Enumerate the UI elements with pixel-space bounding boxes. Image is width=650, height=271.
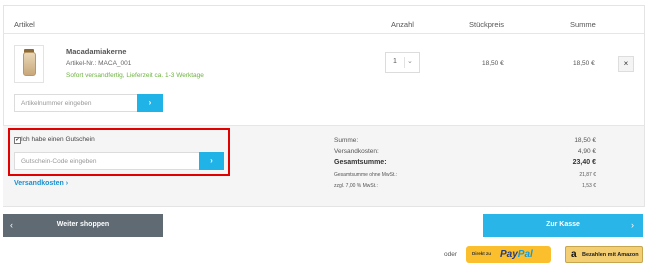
close-icon: × [623, 59, 629, 68]
voucher-code-input[interactable]: Gutschein-Code eingeben [14, 152, 200, 170]
quantity-separator [404, 57, 405, 68]
checkmark-icon: ✔ [15, 137, 20, 143]
or-label: oder [444, 251, 458, 258]
column-header-anzahl: Anzahl [391, 20, 414, 29]
amazon-logo-icon: a [571, 249, 577, 260]
column-header-artikel: Artikel [14, 20, 35, 29]
continue-shopping-label: Weiter shoppen [56, 221, 110, 228]
header-divider [3, 33, 644, 34]
checkout-label: Zur Kasse [546, 221, 580, 228]
add-article-button[interactable]: › [137, 94, 163, 112]
product-image[interactable] [14, 45, 44, 83]
arrow-right-icon: › [210, 156, 213, 165]
paypal-logo: PayPal [500, 249, 533, 260]
jar-shape [23, 52, 36, 76]
article-number-placeholder: Artikelnummer eingeben [21, 100, 92, 107]
product-name[interactable]: Macadamiakerne [66, 47, 126, 56]
totals-value-gesamtsumme: 23,40 € [572, 159, 596, 166]
article-number-input[interactable]: Artikelnummer eingeben [14, 94, 138, 112]
totals-value-ohne-mwst: 21,87 € [579, 172, 596, 178]
paypal-prefix: Direkt zu [472, 251, 492, 256]
apply-voucher-button[interactable]: › [199, 152, 224, 170]
line-total: 18,50 € [573, 60, 595, 67]
product-availability: Sofort versandfertig, Lieferzeit ca. 1-3… [66, 72, 204, 79]
totals-label-ohne-mwst: Gesamtsumme ohne MwSt.: [334, 172, 398, 178]
voucher-checkbox-label[interactable]: Ich habe einen Gutschein [21, 136, 95, 143]
chevron-down-icon: ⌄ [407, 58, 413, 65]
shipping-costs-link[interactable]: Versandkosten › [14, 180, 68, 187]
totals-label-summe: Summe: [334, 137, 359, 144]
unit-price: 18,50 € [482, 60, 504, 67]
amazon-pay-button[interactable]: a Bezahlen mit Amazon [565, 246, 643, 263]
remove-item-button[interactable]: × [618, 56, 634, 72]
chevron-right-icon: › [631, 220, 634, 230]
continue-shopping-button[interactable]: ‹ Weiter shoppen [3, 214, 163, 237]
totals-label-gesamtsumme: Gesamtsumme: [334, 159, 387, 166]
paypal-button[interactable]: Direkt zu PayPal [466, 246, 551, 263]
column-header-stueckpreis: Stückpreis [469, 20, 505, 29]
voucher-checkbox[interactable]: ✔ [14, 137, 21, 144]
totals-value-summe: 18,50 € [574, 137, 596, 144]
paypal-logo-pal: Pal [517, 249, 533, 260]
quantity-value: 1 [393, 58, 397, 65]
column-header-summe: Summe [570, 20, 596, 29]
checkout-button[interactable]: Zur Kasse › [483, 214, 643, 237]
quantity-select[interactable]: 1 ⌄ [385, 52, 420, 73]
paypal-logo-pay: Pay [500, 249, 518, 260]
totals-label-mwst: zzgl. 7,00 % MwSt.: [334, 183, 378, 189]
totals-label-versandkosten: Versandkosten: [334, 148, 379, 155]
product-sku: Artikel-Nr.: MACA_001 [66, 60, 132, 67]
totals-value-mwst: 1,53 € [582, 183, 596, 189]
voucher-code-placeholder: Gutschein-Code eingeben [21, 158, 97, 165]
totals-value-versandkosten: 4,90 € [577, 148, 596, 155]
arrow-right-icon: › [148, 98, 152, 107]
amazon-pay-label: Bezahlen mit Amazon [582, 252, 639, 258]
